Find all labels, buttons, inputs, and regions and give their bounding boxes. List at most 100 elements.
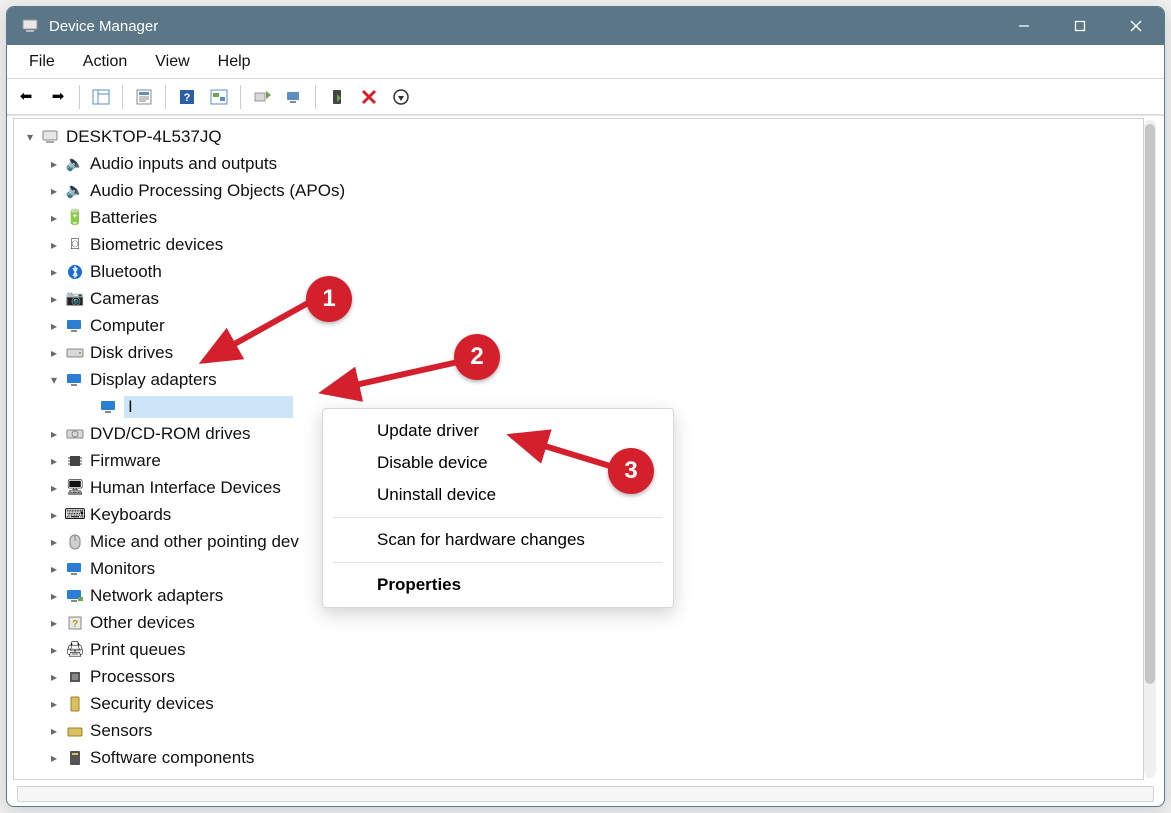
chevron-right-icon[interactable]: ▸: [46, 291, 62, 307]
category-audio-io[interactable]: ▸ 🔈 Audio inputs and outputs: [14, 150, 1143, 177]
category-label: Cameras: [90, 289, 165, 309]
chevron-right-icon[interactable]: ▸: [46, 588, 62, 604]
category-display-adapters[interactable]: ▾ Display adapters: [14, 366, 1143, 393]
category-software-components[interactable]: ▸ Software components: [14, 744, 1143, 771]
close-button[interactable]: [1108, 7, 1164, 45]
minimize-button[interactable]: [996, 7, 1052, 45]
chevron-down-icon[interactable]: ▾: [22, 129, 38, 145]
chevron-right-icon[interactable]: ▸: [46, 750, 62, 766]
ctx-disable-device[interactable]: Disable device: [323, 447, 673, 479]
chevron-down-icon[interactable]: ▾: [46, 372, 62, 388]
scrollbar-thumb[interactable]: [1145, 124, 1155, 684]
category-label: Security devices: [90, 694, 220, 714]
chevron-right-icon[interactable]: ▸: [46, 669, 62, 685]
tree-root[interactable]: ▾ DESKTOP-4L537JQ: [14, 123, 1143, 150]
category-label: Disk drives: [90, 343, 179, 363]
category-label: Batteries: [90, 208, 163, 228]
chevron-right-icon[interactable]: ▸: [46, 453, 62, 469]
properties-toolbar-button[interactable]: [129, 83, 159, 111]
chevron-right-icon[interactable]: ▸: [46, 237, 62, 253]
menu-help[interactable]: Help: [204, 49, 265, 75]
camera-icon: 📷: [64, 289, 86, 309]
help-toolbar-button[interactable]: ?: [172, 83, 202, 111]
context-menu: Update driver Disable device Uninstall d…: [322, 408, 674, 608]
ctx-divider: [333, 562, 663, 563]
chevron-right-icon[interactable]: ▸: [46, 318, 62, 334]
category-label: Processors: [90, 667, 181, 687]
software-icon: [64, 748, 86, 768]
category-label: Display adapters: [90, 370, 223, 390]
monitor-icon: [64, 316, 86, 336]
show-hidden-button[interactable]: [204, 83, 234, 111]
computer-icon: [40, 127, 62, 147]
disable-device-toolbar-button[interactable]: [354, 83, 384, 111]
toolbar-separator: [315, 85, 316, 109]
category-audio-apo[interactable]: ▸ 🔈 Audio Processing Objects (APOs): [14, 177, 1143, 204]
forward-button[interactable]: ➡: [43, 83, 73, 111]
chevron-right-icon[interactable]: ▸: [46, 345, 62, 361]
category-bluetooth[interactable]: ▸ Bluetooth: [14, 258, 1143, 285]
category-batteries[interactable]: ▸ 🔋 Batteries: [14, 204, 1143, 231]
chevron-right-icon[interactable]: ▸: [46, 264, 62, 280]
category-cameras[interactable]: ▸ 📷 Cameras: [14, 285, 1143, 312]
update-driver-toolbar-button[interactable]: [247, 83, 277, 111]
enable-device-toolbar-button[interactable]: [322, 83, 352, 111]
back-button[interactable]: ⬅: [11, 83, 41, 111]
category-disk-drives[interactable]: ▸ Disk drives: [14, 339, 1143, 366]
category-label: Print queues: [90, 640, 191, 660]
category-security-devices[interactable]: ▸ Security devices: [14, 690, 1143, 717]
toolbar-separator: [240, 85, 241, 109]
menu-view[interactable]: View: [141, 49, 203, 75]
menu-file[interactable]: File: [15, 49, 69, 75]
hid-icon: 🖥: [64, 478, 86, 498]
root-label: DESKTOP-4L537JQ: [66, 127, 228, 147]
chevron-right-icon[interactable]: ▸: [46, 615, 62, 631]
arrow-right-icon: ➡: [52, 89, 65, 104]
category-label: Software components: [90, 748, 260, 768]
ctx-properties[interactable]: Properties: [323, 569, 673, 601]
scan-hardware-toolbar-button[interactable]: [279, 83, 309, 111]
device-manager-icon: [21, 17, 39, 35]
category-other-devices[interactable]: ▸ ? Other devices: [14, 609, 1143, 636]
device-label: I: [124, 396, 293, 418]
category-label: Biometric devices: [90, 235, 229, 255]
maximize-button[interactable]: [1052, 7, 1108, 45]
chevron-right-icon[interactable]: ▸: [46, 480, 62, 496]
toolbar: ⬅ ➡ ?: [7, 79, 1164, 115]
chevron-right-icon[interactable]: ▸: [46, 210, 62, 226]
category-processors[interactable]: ▸ Processors: [14, 663, 1143, 690]
category-label: Network adapters: [90, 586, 229, 606]
svg-text:?: ?: [184, 92, 191, 104]
category-print-queues[interactable]: ▸ 🖨 Print queues: [14, 636, 1143, 663]
show-hide-tree-button[interactable]: [86, 83, 116, 111]
category-label: Monitors: [90, 559, 161, 579]
ctx-scan-hardware[interactable]: Scan for hardware changes: [323, 524, 673, 556]
speaker-icon: 🔈: [64, 181, 86, 201]
chevron-right-icon[interactable]: ▸: [46, 183, 62, 199]
category-label: Audio Processing Objects (APOs): [90, 181, 351, 201]
fingerprint-icon: ⌼: [64, 235, 86, 255]
chevron-right-icon[interactable]: ▸: [46, 723, 62, 739]
chevron-right-icon[interactable]: ▸: [46, 696, 62, 712]
chevron-right-icon[interactable]: ▸: [46, 642, 62, 658]
chevron-right-icon[interactable]: ▸: [46, 507, 62, 523]
chevron-right-icon[interactable]: ▸: [46, 426, 62, 442]
chevron-right-icon[interactable]: ▸: [46, 561, 62, 577]
ctx-uninstall-device[interactable]: Uninstall device: [323, 479, 673, 511]
category-label: Firmware: [90, 451, 167, 471]
ctx-divider: [333, 517, 663, 518]
vertical-scrollbar[interactable]: [1144, 120, 1156, 778]
category-sensors[interactable]: ▸ Sensors: [14, 717, 1143, 744]
chevron-right-icon[interactable]: ▸: [46, 534, 62, 550]
category-biometric[interactable]: ▸ ⌼ Biometric devices: [14, 231, 1143, 258]
optical-drive-icon: [64, 424, 86, 444]
category-label: Computer: [90, 316, 171, 336]
display-adapter-icon: [98, 397, 120, 417]
menu-action[interactable]: Action: [69, 49, 141, 75]
ctx-update-driver[interactable]: Update driver: [323, 415, 673, 447]
svg-text:?: ?: [72, 619, 78, 630]
category-computer[interactable]: ▸ Computer: [14, 312, 1143, 339]
chevron-right-icon[interactable]: ▸: [46, 156, 62, 172]
uninstall-device-toolbar-button[interactable]: [386, 83, 416, 111]
toolbar-separator: [122, 85, 123, 109]
